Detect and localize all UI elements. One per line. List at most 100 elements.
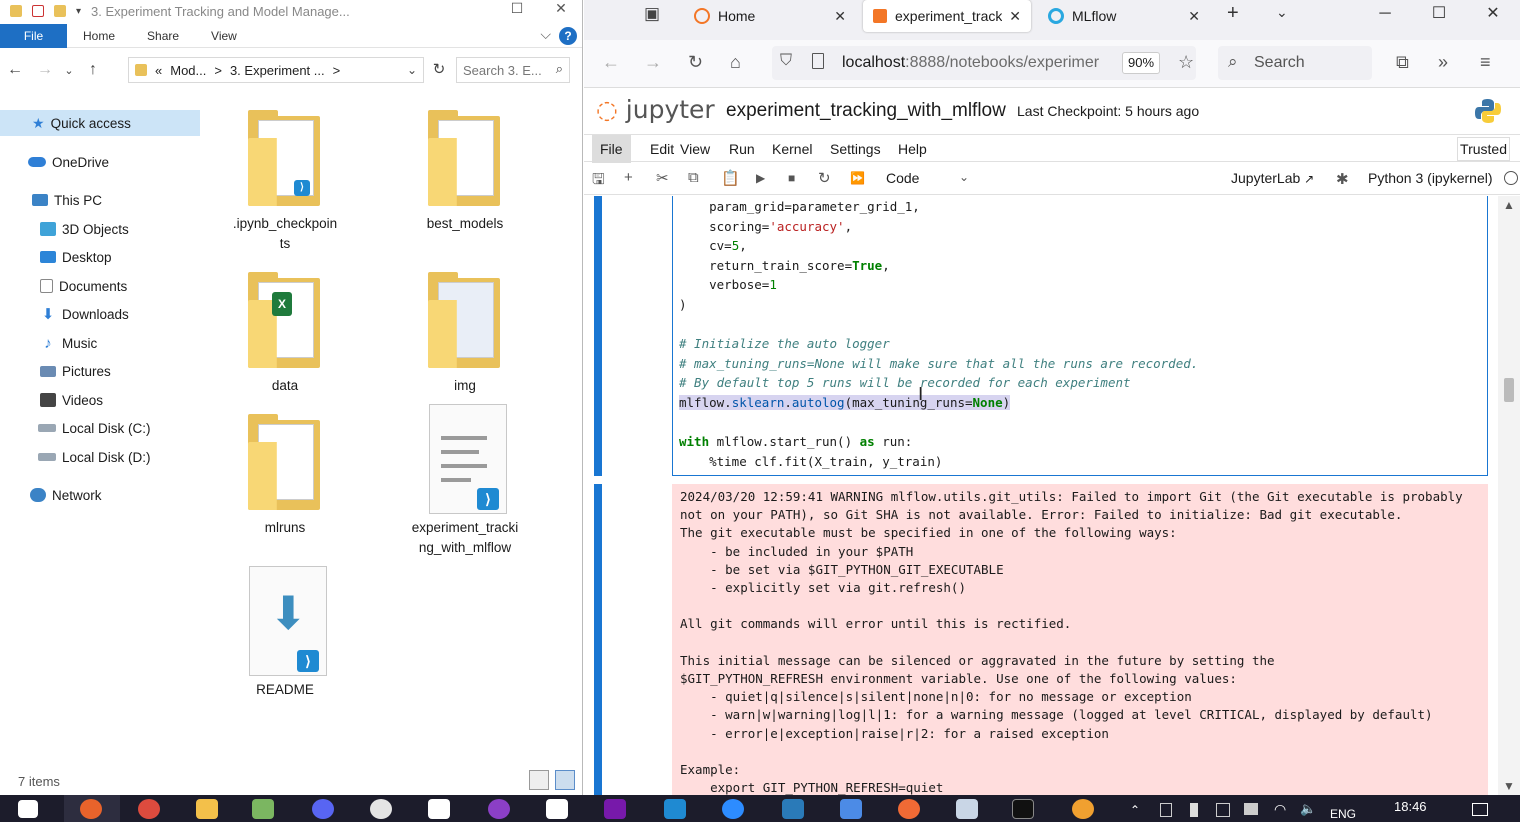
notebook-title[interactable]: experiment_tracking_with_mlflow xyxy=(726,100,1006,122)
scroll-up-icon[interactable]: ▲ xyxy=(1503,198,1515,212)
file-item-mlruns[interactable]: mlruns xyxy=(210,414,360,538)
file-item-readme[interactable]: ⬇ ⟩ README xyxy=(210,566,360,700)
shield-icon[interactable]: ⛉ xyxy=(780,52,792,70)
cut-icon[interactable]: ✂ xyxy=(656,169,669,187)
stop-icon[interactable]: ■ xyxy=(788,171,795,185)
close-icon[interactable]: ✕ xyxy=(539,0,582,16)
scroll-down-icon[interactable]: ▼ xyxy=(1503,779,1515,793)
minimize-icon[interactable]: ─ xyxy=(1358,0,1412,28)
nav-item-music[interactable]: ♪ Music xyxy=(40,330,97,356)
details-view-icon[interactable] xyxy=(529,770,549,790)
note-editor-icon[interactable] xyxy=(546,799,568,819)
nav-item-local-disk-c[interactable]: Local Disk (C:) xyxy=(38,415,151,441)
nav-item-quick-access[interactable]: ★ Quick access xyxy=(0,110,200,136)
tab-overview-icon[interactable]: ▣ xyxy=(644,4,660,24)
file-item-ipynb-checkpoints[interactable]: ⟩ .ipynb_checkpoin ts xyxy=(210,110,360,254)
code-cell-editor[interactable]: param_grid=parameter_grid_1, scoring='ac… xyxy=(672,196,1488,476)
obs-icon[interactable] xyxy=(488,799,510,819)
extensions-icon[interactable]: ⧉ xyxy=(1396,52,1409,73)
debugger-bug-icon[interactable]: ✱ xyxy=(1336,170,1349,188)
anaconda-icon[interactable] xyxy=(1072,799,1094,819)
notifications-icon[interactable] xyxy=(1472,803,1488,816)
breadcrumb-experiment[interactable]: 3. Experiment ... xyxy=(230,63,325,78)
nav-item-documents[interactable]: Documents xyxy=(40,273,127,299)
back-arrow-icon[interactable]: ← xyxy=(0,61,30,79)
new-folder-icon[interactable] xyxy=(54,5,66,17)
nav-item-network[interactable]: Network xyxy=(30,482,102,508)
menu-icon[interactable]: ≡ xyxy=(1480,52,1491,73)
chrome-icon[interactable] xyxy=(138,799,160,819)
terminal-app-icon[interactable] xyxy=(782,799,804,819)
file-item-img[interactable]: img xyxy=(390,272,540,396)
scrollbar-thumb[interactable] xyxy=(1504,378,1514,402)
onenote-icon[interactable] xyxy=(604,799,626,819)
up-arrow-icon[interactable]: ↑ xyxy=(78,61,108,79)
sync-icon[interactable] xyxy=(1216,803,1230,817)
restart-run-all-icon[interactable]: ⏩ xyxy=(850,171,865,185)
back-arrow-icon[interactable]: ← xyxy=(602,52,620,73)
zoom-level-button[interactable]: 90% xyxy=(1122,52,1160,74)
tab-mlflow[interactable]: MLflow ✕ xyxy=(1038,0,1210,32)
nav-item-pictures[interactable]: Pictures xyxy=(40,358,111,384)
usb-icon[interactable] xyxy=(1190,803,1198,817)
wifi-icon[interactable]: ◠ xyxy=(1274,801,1286,818)
zoom-icon[interactable] xyxy=(722,799,744,819)
firefox-icon[interactable] xyxy=(80,799,102,819)
nav-item-3d-objects[interactable]: 3D Objects xyxy=(40,216,129,242)
bookmark-star-icon[interactable]: ☆ xyxy=(1178,52,1194,73)
close-tab-icon[interactable]: ✕ xyxy=(1009,8,1021,25)
tab-home[interactable]: Home ✕ xyxy=(684,0,856,32)
run-icon[interactable]: ▶ xyxy=(756,171,765,185)
breadcrumb-prefix[interactable]: « xyxy=(155,63,162,78)
cell-type-select[interactable]: Code xyxy=(886,170,919,186)
more-tools-icon[interactable]: » xyxy=(1438,52,1448,73)
search-input[interactable]: Search 3. E... ⌕ xyxy=(456,57,570,83)
paste-icon[interactable]: 📋 xyxy=(721,169,740,187)
command-prompt-icon[interactable] xyxy=(1012,799,1034,819)
ribbon-file-tab[interactable]: File xyxy=(0,23,67,48)
clock-time[interactable]: 18:46 xyxy=(1394,799,1427,814)
forward-arrow-icon[interactable]: → xyxy=(30,61,60,79)
expand-ribbon-icon[interactable]: ⌵ xyxy=(540,26,551,43)
menu-run[interactable]: Run xyxy=(721,135,763,163)
show-hidden-icons-icon[interactable]: ⌃ xyxy=(1130,803,1140,817)
large-icons-view-icon[interactable] xyxy=(555,770,575,790)
tab-notebook[interactable]: experiment_track ✕ xyxy=(863,0,1031,32)
file-item-best-models[interactable]: best_models xyxy=(390,110,540,234)
menu-settings[interactable]: Settings xyxy=(822,135,889,163)
restore-icon[interactable]: ☐ xyxy=(495,0,539,16)
nav-item-videos[interactable]: Videos xyxy=(40,387,103,413)
trusted-indicator[interactable]: Trusted xyxy=(1457,137,1510,161)
postman-icon[interactable] xyxy=(898,799,920,819)
search-box[interactable]: ⌕ Search xyxy=(1218,46,1372,80)
refresh-icon[interactable]: ↻ xyxy=(424,60,454,78)
file-explorer-icon[interactable] xyxy=(196,799,218,819)
insert-cell-icon[interactable]: + xyxy=(624,169,633,186)
kernel-name[interactable]: Python 3 (ipykernel) xyxy=(1368,170,1493,186)
close-window-icon[interactable]: ✕ xyxy=(1466,0,1520,28)
nav-item-this-pc[interactable]: This PC xyxy=(32,187,102,213)
notepad-icon[interactable] xyxy=(252,799,274,819)
address-bar[interactable]: « Mod... > 3. Experiment ... > ⌄ xyxy=(128,57,424,83)
menu-kernel[interactable]: Kernel xyxy=(764,135,820,163)
output-collapser[interactable] xyxy=(594,484,602,795)
jupyter-logo[interactable]: ◌ jupyter xyxy=(596,95,715,124)
task-icon[interactable] xyxy=(840,799,862,819)
file-item-data[interactable]: X data xyxy=(210,272,360,396)
nav-item-local-disk-d[interactable]: Local Disk (D:) xyxy=(38,444,151,470)
help-icon[interactable]: ? xyxy=(559,27,577,45)
nav-item-onedrive[interactable]: OneDrive xyxy=(28,149,109,175)
file-item-notebook[interactable]: ⟩ experiment_tracki ng_with_mlflow xyxy=(390,404,540,558)
menu-file[interactable]: File xyxy=(592,135,631,163)
start-windows-icon[interactable] xyxy=(18,800,38,818)
menu-help[interactable]: Help xyxy=(890,135,935,163)
volume-icon[interactable]: 🔈 xyxy=(1300,801,1316,817)
forward-arrow-icon[interactable]: → xyxy=(644,52,662,73)
properties-checkbox-icon[interactable] xyxy=(32,5,44,17)
paint-icon[interactable] xyxy=(370,799,392,819)
breadcrumb-mod[interactable]: Mod... xyxy=(170,63,206,78)
battery-icon[interactable] xyxy=(1244,803,1258,815)
close-tab-icon[interactable]: ✕ xyxy=(1188,8,1200,25)
copy-icon[interactable]: ⧉ xyxy=(688,169,699,186)
recent-locations-icon[interactable]: ⌄ xyxy=(60,64,78,77)
